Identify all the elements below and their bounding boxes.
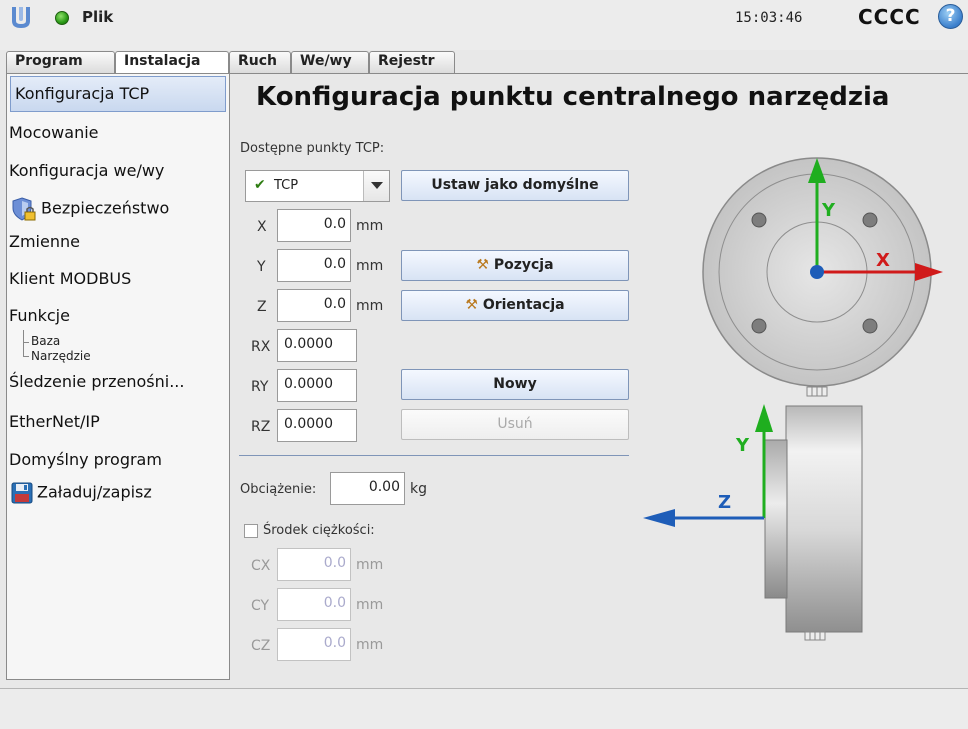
flange-side-view xyxy=(764,405,863,641)
rx-field[interactable]: 0.0000 xyxy=(277,329,357,362)
sidebar-item-features[interactable]: Funkcje xyxy=(9,306,70,325)
tab-program[interactable]: Program xyxy=(6,51,115,73)
bottom-bar xyxy=(0,688,968,729)
z-field[interactable]: 0.0 xyxy=(277,289,351,322)
sidebar-subitem-base[interactable]: Baza xyxy=(31,334,60,348)
side-y-axis-label: Y xyxy=(735,435,750,456)
front-x-axis-label: X xyxy=(876,250,890,271)
orientation-button-label: Orientacja xyxy=(482,297,565,313)
payload-unit: kg xyxy=(410,481,427,497)
tcp-select[interactable]: ✔ TCP xyxy=(245,170,390,202)
sidebar-item-label: Bezpieczeństwo xyxy=(41,198,170,218)
chevron-down-icon[interactable] xyxy=(363,171,389,201)
coord-label-x: X xyxy=(257,219,267,235)
delete-tcp-button[interactable]: Usuń xyxy=(401,409,629,440)
wand-icon: ⚒ xyxy=(476,257,489,273)
unit-mm: mm xyxy=(356,637,384,653)
page-title: Konfiguracja punktu centralnego narzędzi… xyxy=(256,82,890,112)
tcp-select-value: TCP xyxy=(274,178,299,193)
sidebar-item-modbus[interactable]: Klient MODBUS xyxy=(9,269,131,288)
cz-field[interactable]: 0.0 xyxy=(277,628,351,661)
tab-ruch[interactable]: Ruch xyxy=(229,51,291,73)
robot-status-icon[interactable] xyxy=(55,11,69,25)
help-icon[interactable]: ? xyxy=(938,4,963,29)
unit-mm: mm xyxy=(356,218,384,234)
ry-field[interactable]: 0.0000 xyxy=(277,369,357,402)
check-icon: ✔ xyxy=(254,177,266,193)
tcp-list-label: Dostępne punkty TCP: xyxy=(240,141,385,156)
unit-mm: mm xyxy=(356,258,384,274)
side-z-axis xyxy=(643,509,764,527)
unit-mm: mm xyxy=(356,597,384,613)
x-field[interactable]: 0.0 xyxy=(277,209,351,242)
divider xyxy=(239,455,629,456)
coord-label-z: Z xyxy=(257,299,267,315)
tree-tick xyxy=(23,342,29,343)
position-button-label: Pozycja xyxy=(493,257,554,273)
sidebar-item-conveyor-tracking[interactable]: Śledzenie przenośni... xyxy=(9,372,184,391)
top-bar: Plik 15:03:46 CCCC ? xyxy=(0,0,968,50)
sidebar-item-variables[interactable]: Zmienne xyxy=(9,232,80,251)
tab-instalacja[interactable]: Instalacja xyxy=(115,51,229,75)
tab-we-wy[interactable]: We/wy xyxy=(291,51,369,73)
coord-label-ry: RY xyxy=(251,379,269,395)
cx-field[interactable]: 0.0 xyxy=(277,548,351,581)
sidebar-item-safety[interactable]: Bezpieczeństwo xyxy=(11,196,169,222)
coord-label-rz: RZ xyxy=(251,419,271,435)
rz-field[interactable]: 0.0000 xyxy=(277,409,357,442)
sidebar-item-load-save[interactable]: Załaduj/zapisz xyxy=(11,482,152,504)
side-z-axis-label: Z xyxy=(718,492,731,513)
y-field[interactable]: 0.0 xyxy=(277,249,351,282)
universal-robots-logo-icon xyxy=(12,7,30,28)
coord-label-cy: CY xyxy=(251,598,270,614)
payload-label: Obciążenie: xyxy=(240,482,317,497)
tcp-origin-dot xyxy=(810,265,824,279)
cog-label: Środek ciężkości: xyxy=(263,523,375,538)
shield-lock-icon xyxy=(12,197,36,221)
robot-name: CCCC xyxy=(858,5,921,29)
set-default-button[interactable]: Ustaw jako domyślne xyxy=(401,170,629,201)
sidebar-item-mounting[interactable]: Mocowanie xyxy=(9,123,99,142)
save-disk-icon xyxy=(11,482,33,504)
file-menu[interactable]: Plik xyxy=(82,8,113,26)
unit-mm: mm xyxy=(356,557,384,573)
tab-rejestr[interactable]: Rejestr xyxy=(369,51,455,73)
wand-icon: ⚒ xyxy=(465,297,478,313)
new-tcp-button[interactable]: Nowy xyxy=(401,369,629,400)
tree-line xyxy=(23,330,24,356)
sidebar-subitem-tool[interactable]: Narzędzie xyxy=(31,349,91,363)
cog-checkbox[interactable] xyxy=(244,524,258,538)
cy-field[interactable]: 0.0 xyxy=(277,588,351,621)
sidebar-item-label: Załaduj/zapisz xyxy=(37,482,152,502)
unit-mm: mm xyxy=(356,298,384,314)
front-y-axis-label: Y xyxy=(821,200,836,221)
payload-field[interactable]: 0.00 xyxy=(330,472,405,505)
tree-tick xyxy=(23,356,29,357)
sidebar-item-io-config[interactable]: Konfiguracja we/wy xyxy=(9,161,164,180)
sidebar: Konfiguracja TCP Mocowanie Konfiguracja … xyxy=(6,73,230,680)
sidebar-item-default-program[interactable]: Domyślny program xyxy=(9,450,162,469)
sidebar-item-ethernet-ip[interactable]: EtherNet/IP xyxy=(9,412,100,431)
coord-label-cx: CX xyxy=(251,558,271,574)
sidebar-item-tcp-config[interactable]: Konfiguracja TCP xyxy=(10,76,226,112)
coord-label-rx: RX xyxy=(251,339,271,355)
clock: 15:03:46 xyxy=(735,10,803,26)
coord-label-y: Y xyxy=(257,259,266,275)
position-button[interactable]: ⚒ Pozycja xyxy=(401,250,629,281)
tool-flange-diagram: Y X Y Z xyxy=(643,157,943,641)
orientation-button[interactable]: ⚒ Orientacja xyxy=(401,290,629,321)
coord-label-cz: CZ xyxy=(251,638,271,654)
